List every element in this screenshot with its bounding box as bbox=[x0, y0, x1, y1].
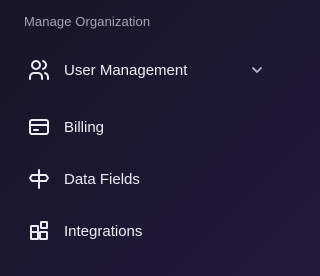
blocks-icon bbox=[27, 219, 51, 243]
users-icon bbox=[27, 58, 51, 82]
sidebar-item-user-management[interactable]: User Management bbox=[0, 50, 294, 90]
sidebar-item-billing[interactable]: Billing bbox=[0, 107, 294, 147]
chevron-down-icon[interactable] bbox=[249, 62, 265, 78]
credit-card-icon bbox=[27, 115, 51, 139]
sidebar-item-label: Data Fields bbox=[64, 170, 140, 188]
sidebar-item-integrations[interactable]: Integrations bbox=[0, 211, 294, 251]
sidebar-section: Manage Organization User Management Bill… bbox=[0, 0, 294, 276]
signpost-icon bbox=[27, 167, 51, 191]
section-title: Manage Organization bbox=[24, 14, 151, 29]
sidebar-item-data-fields[interactable]: Data Fields bbox=[0, 159, 294, 199]
sidebar-item-label: User Management bbox=[64, 61, 188, 79]
sidebar-item-label: Billing bbox=[64, 118, 105, 136]
sidebar-item-label: Integrations bbox=[64, 222, 143, 240]
